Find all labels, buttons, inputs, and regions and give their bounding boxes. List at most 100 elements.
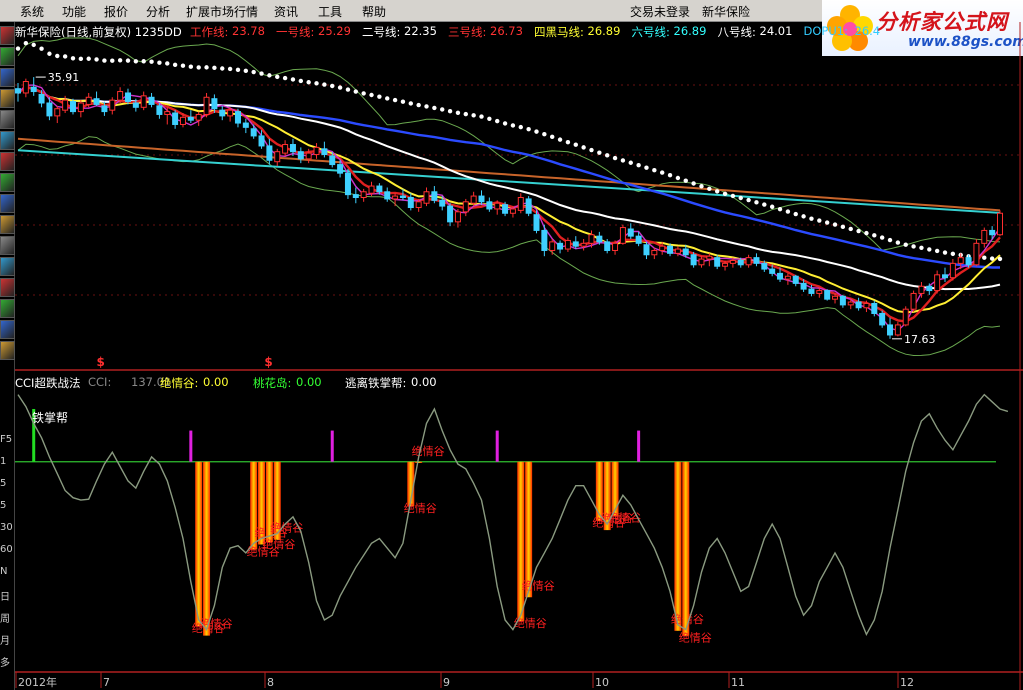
candle-body <box>627 228 634 237</box>
candle-body <box>879 312 886 326</box>
candle-body <box>722 262 729 267</box>
candle-body <box>981 229 988 244</box>
candle-body <box>187 116 194 121</box>
dot-point <box>667 172 673 178</box>
dot-point <box>714 189 720 194</box>
dot-point <box>879 235 885 240</box>
dot-point <box>487 116 492 121</box>
candle-body <box>148 96 155 105</box>
dot-point <box>70 56 76 61</box>
dot-point <box>840 224 846 230</box>
candle-body <box>407 197 414 209</box>
candle-body <box>38 93 45 104</box>
line-value-1: 25.29 <box>318 24 351 38</box>
candle-body <box>753 257 760 264</box>
dot-point <box>47 51 52 56</box>
jueqinggu-bar <box>611 461 619 516</box>
jueqinggu-bar <box>195 461 203 627</box>
x-tick-label: 2012年 <box>18 675 57 689</box>
dot-point <box>330 83 335 89</box>
dot-point <box>510 123 516 128</box>
dot-point <box>495 118 500 124</box>
candle-body <box>478 195 485 203</box>
dot-point <box>212 65 217 71</box>
x-tick-label: 7 <box>103 676 110 689</box>
candle-body <box>824 290 831 300</box>
candle-body <box>957 257 964 264</box>
jueqinggu-label: 绝情谷 <box>522 578 555 592</box>
candle-body <box>745 257 752 266</box>
dot-point <box>597 150 602 155</box>
upper-band-line <box>17 37 1001 251</box>
dot-point <box>856 228 861 234</box>
dot-point <box>817 218 822 223</box>
dot-point <box>345 87 351 92</box>
candle-body <box>77 102 84 113</box>
candle-body <box>85 96 92 105</box>
candle-body <box>706 255 713 260</box>
dot-point <box>337 85 343 90</box>
candle-body <box>674 248 681 254</box>
dot-point <box>172 62 178 68</box>
candle-body <box>368 185 375 194</box>
dollar-marker: $ <box>264 355 272 369</box>
dot-point <box>377 94 382 99</box>
candle-body <box>737 260 744 266</box>
dot-point <box>534 129 539 134</box>
dot-point <box>982 255 987 260</box>
dot-point <box>911 244 916 249</box>
dot-point <box>769 204 775 209</box>
dot-point <box>707 186 712 191</box>
candle-body <box>93 98 100 105</box>
dot-point <box>542 132 547 137</box>
candle-body <box>902 308 909 326</box>
line-label-3: 三号线: <box>448 25 487 39</box>
dot-point <box>699 184 704 189</box>
line-value-6: 24.01 <box>759 24 793 38</box>
candle-body <box>517 197 524 211</box>
candle-body <box>564 239 571 250</box>
candle-body <box>572 241 579 247</box>
chart-area: 35.9117.63绝情谷绝情谷绝情谷绝情谷绝情谷绝情谷绝情谷绝情谷绝情谷绝情谷… <box>15 22 1023 690</box>
candle-body <box>101 105 108 113</box>
candle-body <box>816 290 823 294</box>
dot-point <box>691 181 696 186</box>
candle-body <box>321 148 328 156</box>
orange-long-line <box>17 137 1001 212</box>
taoli-tiezhangbang-bar <box>330 430 334 462</box>
jueqinggu-label: 绝情谷 <box>679 631 712 645</box>
x-tick-label: 10 <box>595 676 609 689</box>
candle-body <box>486 201 493 210</box>
dot-point <box>298 78 304 84</box>
candle-body <box>258 135 265 147</box>
line-value-2: 22.35 <box>404 24 437 38</box>
candle-body <box>46 102 53 117</box>
candle-body <box>195 113 202 121</box>
taoli-tiezhangbang-bar <box>495 430 499 462</box>
candle-body <box>714 257 721 267</box>
dot-point <box>408 101 413 106</box>
candle-body <box>612 242 619 251</box>
candle-body <box>329 155 336 166</box>
dot-point <box>432 105 437 111</box>
dot-point <box>848 226 853 232</box>
dot-point <box>157 60 162 65</box>
candle-body <box>635 235 642 244</box>
line-label-1: 一号线: <box>276 25 315 39</box>
candle-body <box>124 92 131 103</box>
dot-point <box>369 92 374 98</box>
dot-point <box>361 91 366 96</box>
candle-body <box>729 260 736 264</box>
dot-point <box>400 99 406 104</box>
dot-point <box>267 73 272 78</box>
candle-body <box>965 257 972 266</box>
line-label-7: DOPU1: <box>803 24 848 38</box>
candle-body <box>140 95 147 108</box>
candle-body <box>344 172 351 196</box>
candle-body <box>227 109 234 117</box>
line-label-2: 二号线: <box>362 25 401 39</box>
candle-body <box>305 152 312 160</box>
dot-point <box>722 191 728 196</box>
dot-point <box>110 58 115 63</box>
cci-line <box>17 393 1009 637</box>
